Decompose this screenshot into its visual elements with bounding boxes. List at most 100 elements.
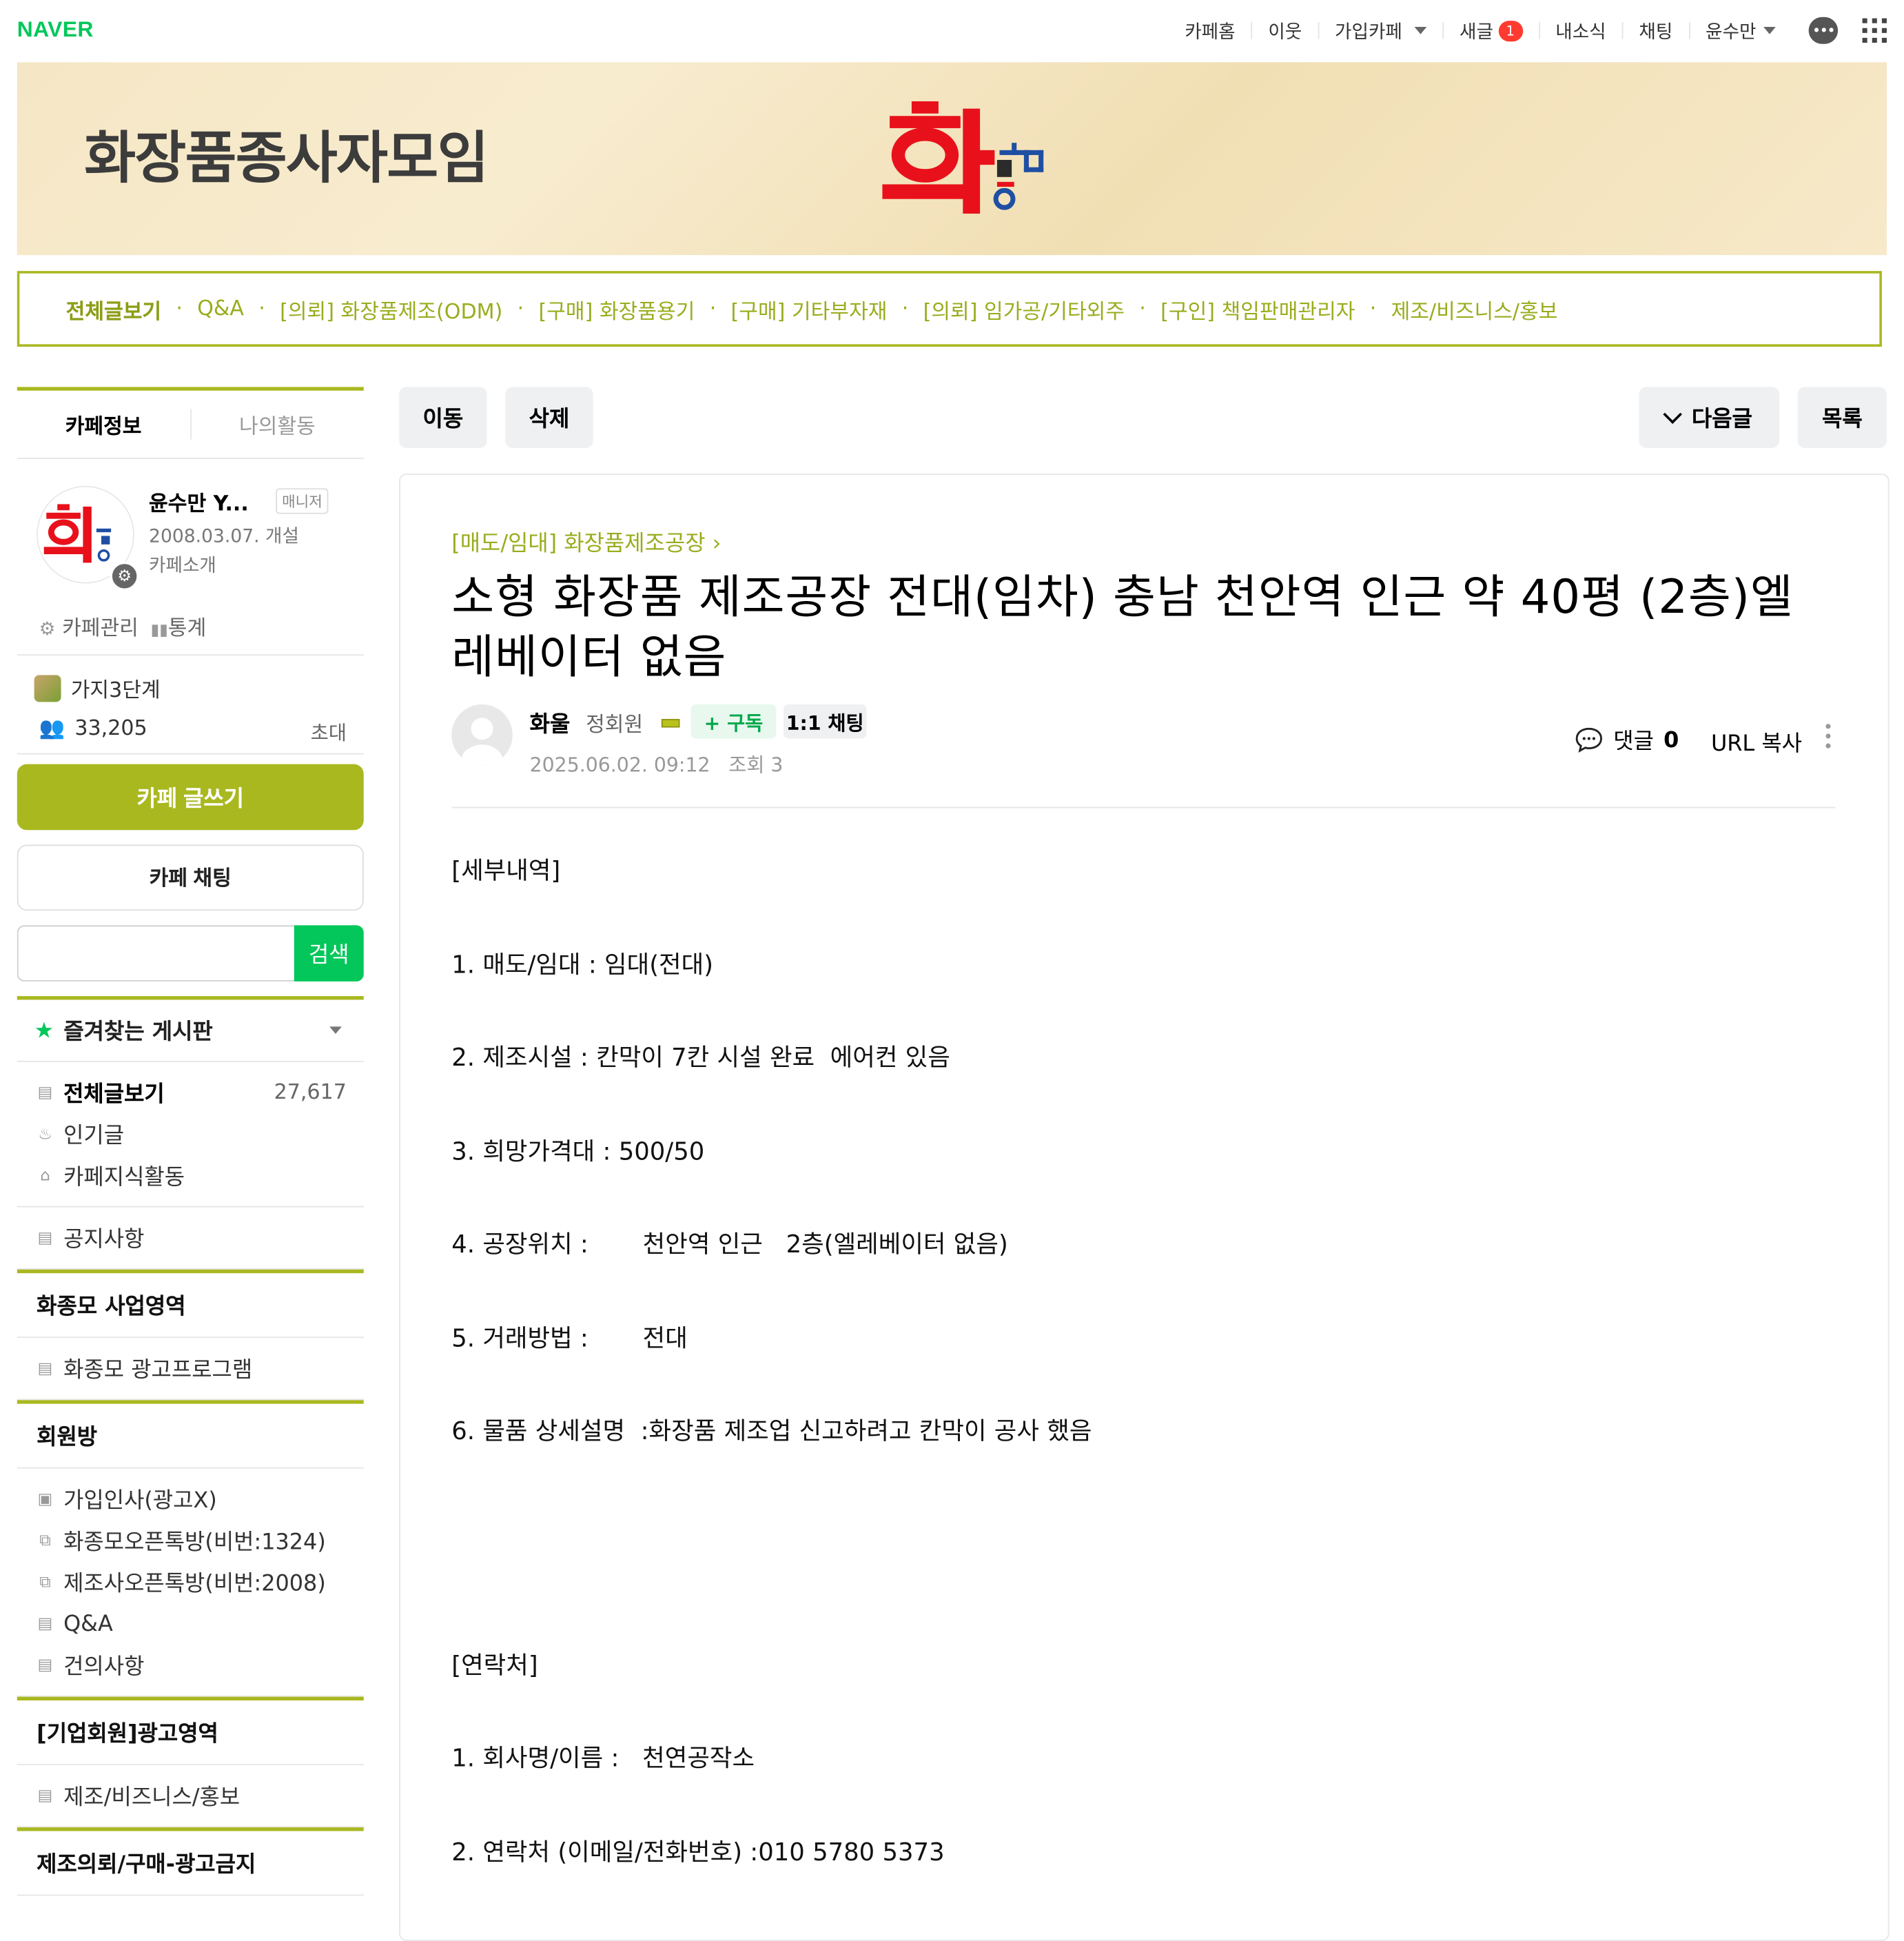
level-leaf-icon (34, 674, 61, 702)
next-post-button[interactable]: 다음글 (1639, 387, 1780, 448)
cafe-write-button[interactable]: 카페 글쓰기 (17, 764, 364, 831)
cafe-manage-label: 카페관리 (62, 616, 139, 641)
board-list-corporate: ▤ 제조/비즈니스/홍보 (17, 1765, 364, 1828)
gnb-cafe-home[interactable]: 카페홈 (1169, 18, 1251, 43)
manager-name[interactable]: 윤수만 Y... (149, 486, 249, 516)
sidebar-item-knowledge[interactable]: ⌂ 카페지식활동 (17, 1155, 364, 1196)
next-post-label: 다음글 (1691, 406, 1752, 432)
subscribe-button[interactable]: + 구독 (690, 704, 777, 739)
default-profile-icon (461, 718, 503, 766)
gnb-neighbors-label: 이웃 (1268, 20, 1302, 43)
favorite-boards-header[interactable]: ★ 즐겨찾는 게시판 (17, 996, 364, 1062)
gnb-new-posts[interactable]: 새글 1 (1444, 18, 1538, 43)
menu-recruit[interactable]: [구인] 책임판매관리자 (1160, 294, 1355, 324)
author-avatar[interactable] (451, 704, 513, 766)
section-corporate: [기업회원]광고영역 (17, 1696, 364, 1765)
chevron-down-icon (1763, 26, 1776, 34)
member-count[interactable]: 👥 33,205 (39, 717, 147, 741)
sidebar-item-notice[interactable]: ▤ 공지사항 (17, 1217, 364, 1259)
favorite-boards-title: 즐겨찾는 게시판 (63, 1019, 213, 1045)
gnb-my-news[interactable]: 내소식 (1539, 18, 1621, 43)
global-nav: 카페홈 이웃 가입카페 새글 1 내소식 채팅 윤수만 ••• (1169, 12, 1887, 49)
menu-outsourcing[interactable]: [의뢰] 임가공/기타외주 (923, 294, 1125, 324)
sidebar-item-qa[interactable]: ▤ Q&A (17, 1603, 364, 1644)
sidebar-item-business-promo[interactable]: ▤ 제조/비즈니스/홍보 (17, 1775, 364, 1816)
article-divider (451, 806, 1836, 809)
chat-bubble-icon[interactable]: ••• (1808, 17, 1839, 44)
cafe-level[interactable]: 가지3단계 (34, 673, 161, 703)
gnb-my-news-label: 내소식 (1555, 20, 1606, 43)
sidebar-item-greetings[interactable]: ▣ 가입인사(광고X) (17, 1478, 364, 1520)
cafe-stats-link[interactable]: ▮▮통계 (151, 611, 207, 641)
author-name[interactable]: 화울 (530, 707, 571, 738)
invite-link[interactable]: 초대 (311, 717, 347, 746)
star-icon: ★ (34, 1017, 54, 1044)
sidebar-item-all-posts[interactable]: ▤ 전체글보기 27,617 (17, 1072, 364, 1113)
url-copy-button[interactable]: URL 복사 (1711, 726, 1802, 758)
delete-button[interactable]: 삭제 (505, 387, 593, 448)
menu-separator: · (517, 296, 524, 321)
menu-qa[interactable]: Q&A (197, 296, 244, 321)
board-list-main: ▤ 전체글보기 27,617 ♨ 인기글 ⌂ 카페지식활동 (17, 1062, 364, 1208)
menu-business[interactable]: 제조/비즈니스/홍보 (1391, 294, 1558, 324)
chevron-down-icon (1663, 404, 1683, 424)
body-line: 4. 공장위치 : 천안역 인근 2층(엘레베이터 없음) (451, 1229, 1008, 1259)
gnb-joined-cafes[interactable]: 가입카페 (1319, 18, 1442, 43)
move-button[interactable]: 이동 (399, 387, 487, 448)
body-line: 2. 제조시설 : 칸막이 7칸 시설 완료 에어컨 있음 (451, 1042, 950, 1072)
board-menu-bar: 전체글보기 · Q&A · [의뢰] 화장품제조(ODM) · [구매] 화장품용기 ·… (17, 271, 1882, 347)
more-options-icon[interactable] (1825, 724, 1833, 749)
naver-logo[interactable]: NAVER (17, 17, 94, 43)
external-link-icon: ⧉ (39, 1572, 51, 1592)
body-line: 3. 희망가격대 : 500/50 (451, 1136, 705, 1166)
menu-container[interactable]: [구매] 화장품용기 (538, 294, 695, 324)
gnb-chat-label: 채팅 (1639, 20, 1673, 43)
section-no-ads: 제조의뢰/구매-광고금지 (17, 1827, 364, 1896)
sidebar-item-label: 카페지식활동 (63, 1164, 185, 1190)
cafe-search-input[interactable] (17, 925, 294, 982)
menu-materials[interactable]: [구매] 기타부자재 (731, 294, 888, 324)
gnb-chat[interactable]: 채팅 (1623, 18, 1688, 43)
tab-cafe-info[interactable]: 카페정보 (17, 409, 190, 439)
sidebar-item-label: 공지사항 (63, 1226, 145, 1253)
cafe-intro-link[interactable]: 카페소개 (149, 551, 216, 577)
board-icon: ▤ (37, 1359, 53, 1378)
search-button[interactable]: 검색 (294, 925, 364, 982)
menu-odm[interactable]: [의뢰] 화장품제조(ODM) (280, 294, 502, 324)
menu-separator: · (176, 296, 183, 321)
cafe-chat-button[interactable]: 카페 채팅 (17, 844, 364, 911)
cafe-admin-links: ⚙ 카페관리 ▮▮통계 (39, 611, 207, 641)
menu-separator: · (1369, 296, 1377, 321)
sidebar-item-maker-talk[interactable]: ⧉ 제조사오픈톡방(비번:2008) (17, 1561, 364, 1603)
banner-title: 화장품종사자모임 (84, 124, 489, 191)
sidebar-item-popular[interactable]: ♨ 인기글 (17, 1113, 364, 1155)
gnb-joined-cafes-label: 가입카페 (1335, 20, 1402, 43)
sidebar-item-ad-program[interactable]: ▤ 화종모 광고프로그램 (17, 1348, 364, 1389)
gnb-neighbors[interactable]: 이웃 (1252, 18, 1318, 43)
body-line: 6. 물품 상세설명 :화장품 제조업 신고하려고 칸막이 공사 했음 (451, 1416, 1092, 1445)
tab-my-activity[interactable]: 나의활동 (190, 409, 363, 440)
board-list-business: ▤ 화종모 광고프로그램 (17, 1338, 364, 1401)
chevron-right-icon: › (712, 531, 721, 557)
sidebar-item-open-talk[interactable]: ⧉ 화종모오픈톡방(비번:1324) (17, 1520, 364, 1561)
sidebar-item-suggestions[interactable]: ▤ 건의사항 (17, 1645, 364, 1686)
article-meta: 2025.06.02. 09:12 조회 3 (530, 749, 784, 778)
comments-link[interactable]: 댓글 0 (1575, 724, 1679, 755)
list-button[interactable]: 목록 (1797, 387, 1887, 448)
comments-count: 0 (1664, 726, 1679, 753)
cafe-manage-link[interactable]: ⚙ 카페관리 (39, 611, 139, 641)
post-count: 27,617 (274, 1080, 347, 1105)
board-link[interactable]: [매도/임대] 화장품제조공장 › (451, 526, 721, 558)
menu-all-posts[interactable]: 전체글보기 (66, 294, 161, 324)
section-business: 화종모 사업영역 (17, 1269, 364, 1339)
one-to-one-chat-button[interactable]: 1:1 채팅 (783, 704, 867, 739)
gnb-user-menu[interactable]: 윤수만 (1690, 18, 1792, 43)
sidebar-item-label: 건의사항 (63, 1654, 145, 1680)
board-icon: ▤ (37, 1786, 53, 1805)
board-link-label: [매도/임대] 화장품제조공장 (451, 531, 706, 557)
board-icon: ▤ (37, 1656, 53, 1674)
cafe-banner[interactable]: 화장품종사자모임 (17, 62, 1887, 256)
cafe-stats-label: 통계 (167, 616, 207, 641)
sidebar-item-label: 제조/비즈니스/홍보 (63, 1785, 240, 1811)
app-grid-icon[interactable] (1862, 18, 1887, 43)
